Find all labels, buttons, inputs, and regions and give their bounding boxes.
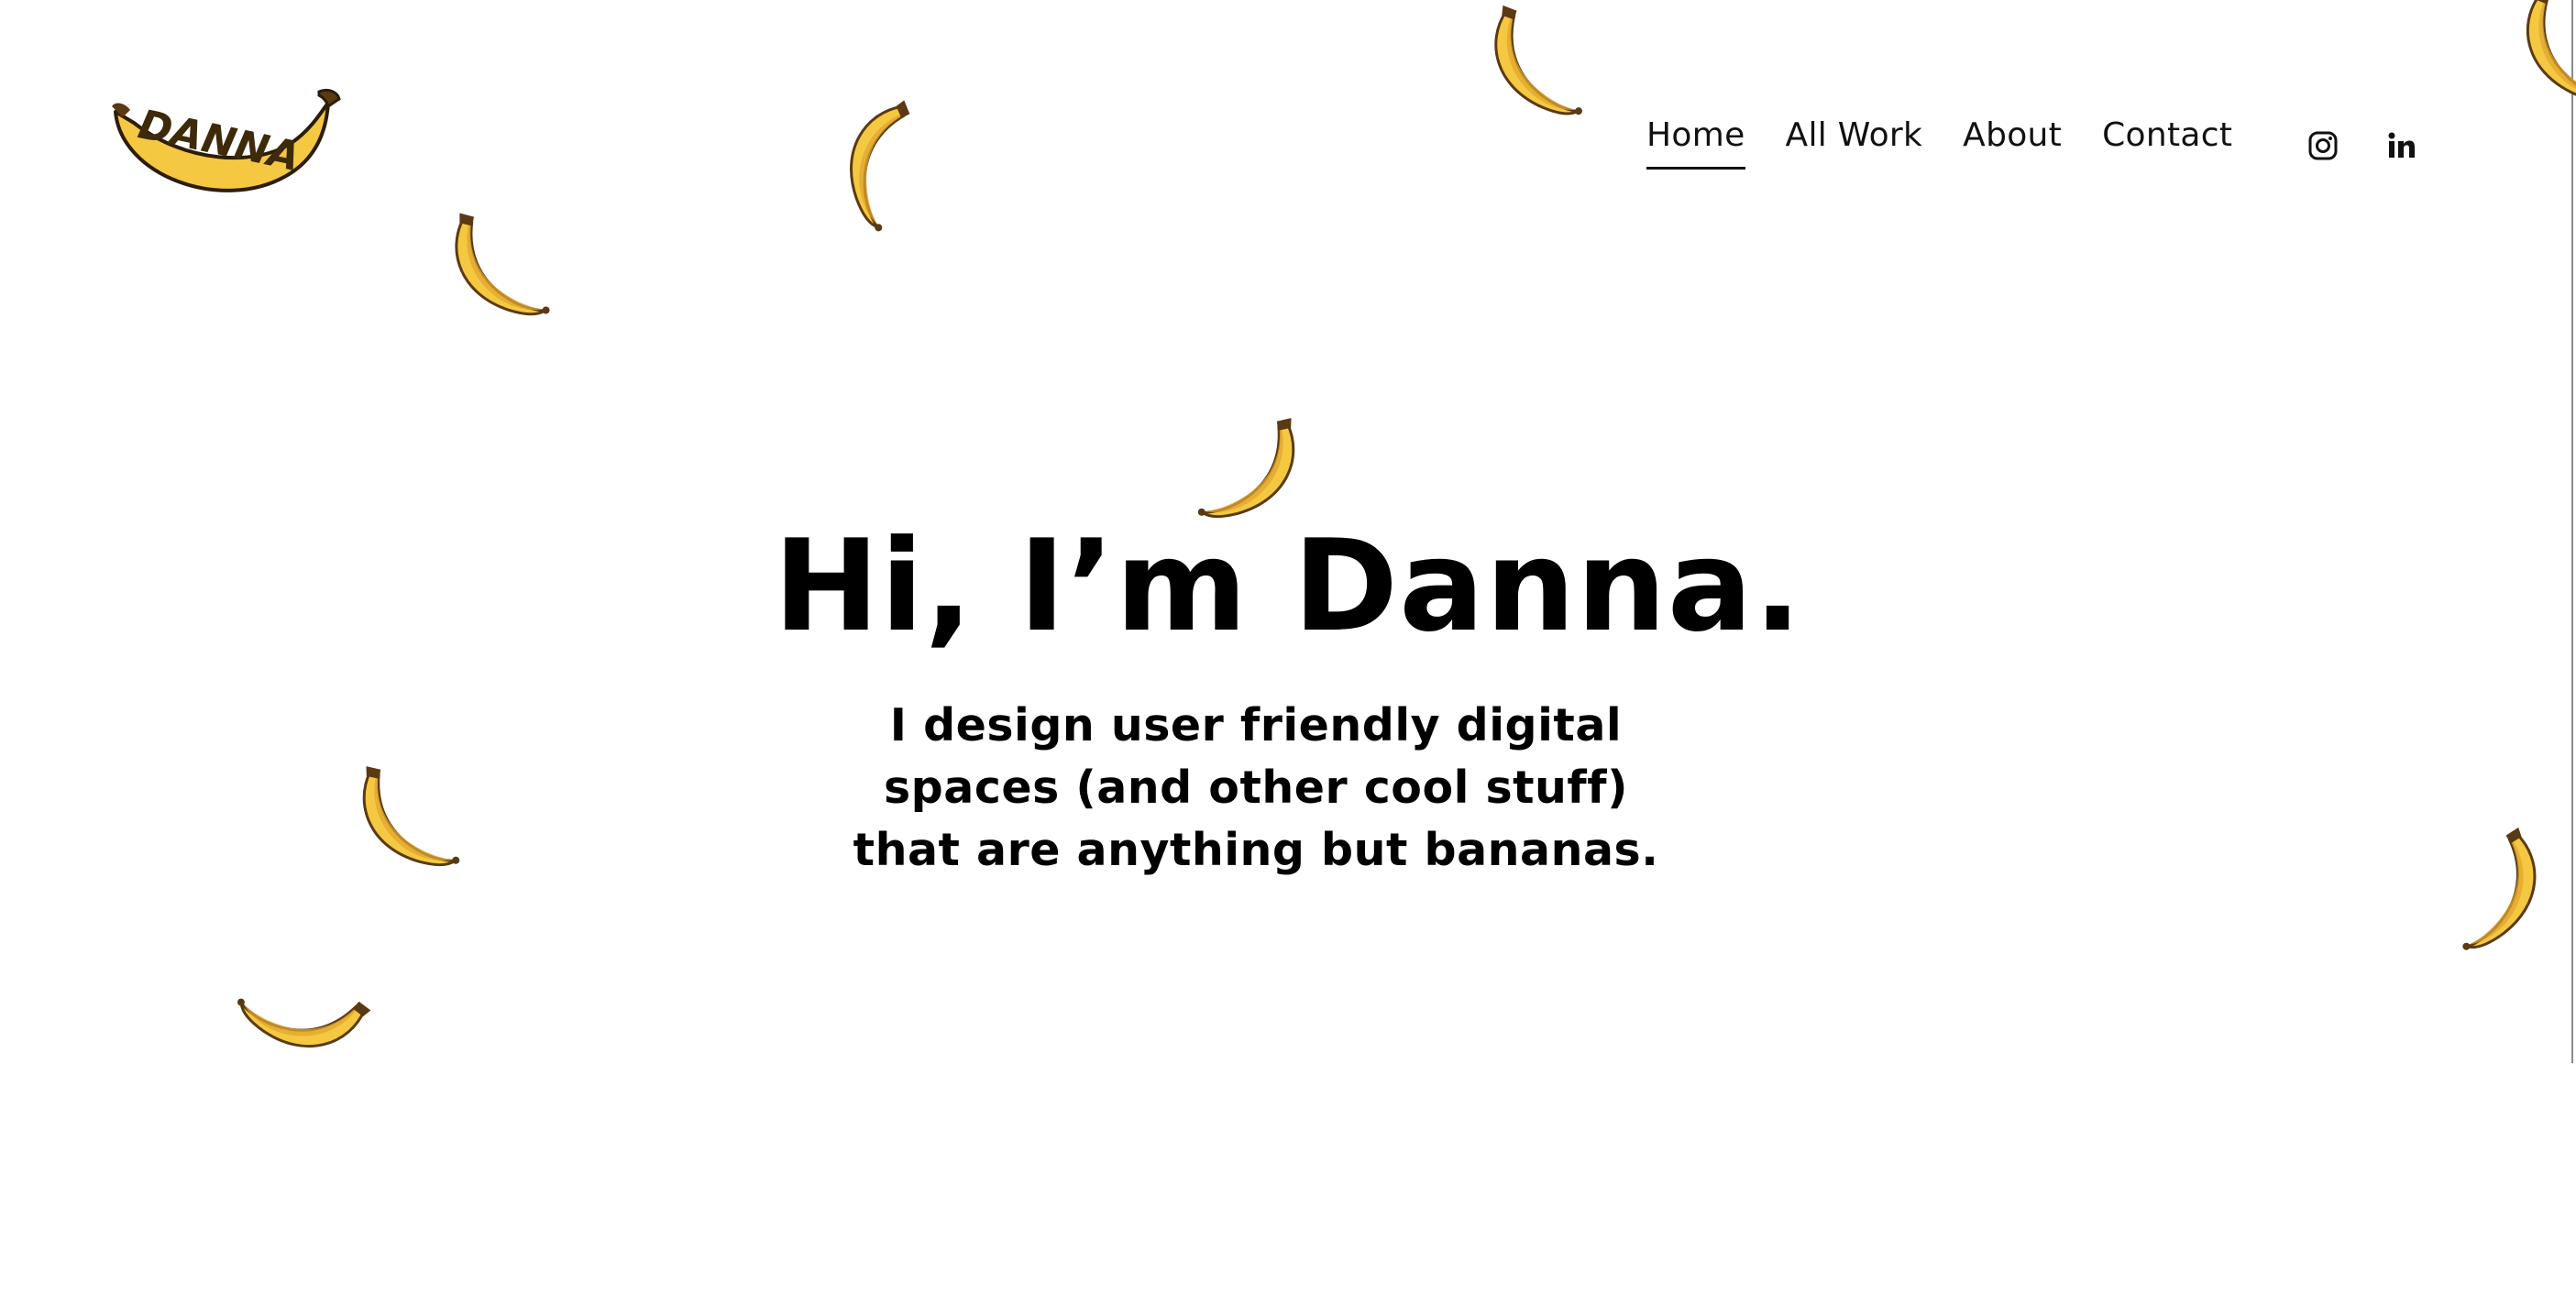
hero-subtitle-line: I design user friendly digital [889, 699, 1623, 751]
nav-item-all-work[interactable]: All Work [1786, 117, 1923, 167]
hero-title: Hi, I’m Danna. [773, 512, 1803, 660]
hero-subtitle-line: spaces (and other cool stuff) [884, 762, 1628, 814]
banana-icon [820, 89, 959, 241]
linkedin-icon[interactable] [2381, 126, 2421, 166]
banana-icon [1458, 0, 1623, 139]
banana-logo-icon[interactable]: DANNA [103, 75, 341, 203]
main-nav: Home All Work About Contact [1646, 117, 2273, 170]
instagram-icon[interactable] [2303, 126, 2343, 166]
page: DANNA Home All Work About Contact Hi, I’… [0, 0, 2576, 1316]
banana-icon [332, 742, 490, 890]
nav-item-about[interactable]: About [1963, 117, 2062, 167]
banana-icon [2488, 0, 2576, 126]
nav-item-home[interactable]: Home [1646, 117, 1745, 170]
nav-item-contact[interactable]: Contact [2102, 117, 2232, 167]
banana-icon [423, 189, 583, 339]
banana-icon [2409, 806, 2576, 972]
hero-subtitle: I design user friendly digital spaces (a… [853, 695, 1659, 882]
hero-subtitle-line: that are anything but bananas. [853, 824, 1659, 876]
banana-icon [221, 928, 387, 1088]
